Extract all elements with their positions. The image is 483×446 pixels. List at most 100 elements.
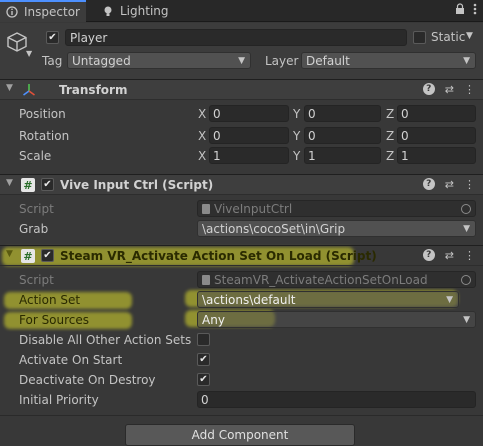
- static-checkbox[interactable]: [413, 31, 426, 44]
- for-sources-dropdown[interactable]: Any ▼: [197, 311, 476, 328]
- component-enabled-checkbox[interactable]: ✔: [41, 249, 54, 262]
- disable-all-other-action-sets-label: Disable All Other Action Sets: [19, 333, 192, 347]
- script-file-icon: [202, 275, 210, 285]
- rotation-x-field[interactable]: 0: [209, 127, 289, 144]
- component-actions: ? ⇄ ⋮: [422, 178, 475, 191]
- scale-x-field[interactable]: 1: [209, 147, 289, 164]
- scale-label: Scale: [19, 149, 52, 163]
- component-actions: ? ⇄ ⋮: [422, 249, 475, 262]
- script-value: SteamVR_ActivateActionSetOnLoad: [214, 272, 428, 287]
- csharp-script-icon: #: [21, 178, 35, 192]
- action-set-dropdown[interactable]: \actions\default ▼: [197, 291, 459, 308]
- fold-arrow-icon[interactable]: ▼: [6, 178, 13, 188]
- component-title: Vive Input Ctrl (Script): [60, 178, 214, 192]
- script-label: Script: [19, 273, 54, 287]
- transform-icon: [22, 83, 36, 100]
- axis-x-label[interactable]: X: [198, 129, 206, 143]
- gameobject-header: ▼ ✔ Player Static ▼ Tag Untagged ▼ Layer…: [0, 23, 483, 80]
- rotation-z-field[interactable]: 0: [397, 127, 476, 144]
- lightbulb-icon: [102, 5, 114, 17]
- axis-y-label[interactable]: Y: [293, 149, 300, 163]
- axis-x-label[interactable]: X: [198, 107, 206, 121]
- position-label: Position: [19, 107, 66, 121]
- component-actions: ? ⇄ ⋮: [422, 83, 475, 96]
- script-label: Script: [19, 202, 54, 216]
- tag-dropdown[interactable]: Untagged ▼: [67, 52, 251, 69]
- rotation-y-field[interactable]: 0: [304, 127, 381, 144]
- component-enabled-checkbox[interactable]: ✔: [41, 178, 54, 191]
- preset-sliders-icon[interactable]: ⇄: [445, 83, 454, 96]
- position-y-field[interactable]: 0: [304, 105, 381, 122]
- component-title: Steam VR_Activate Action Set On Load (Sc…: [60, 249, 377, 263]
- tab-label: Inspector: [24, 5, 80, 19]
- help-icon[interactable]: ?: [422, 83, 435, 95]
- grab-value: \actions\cocoSet\in\Grip: [202, 221, 346, 236]
- chevron-down-icon: ▼: [463, 56, 470, 66]
- add-component-button[interactable]: Add Component: [125, 424, 355, 446]
- activate-on-start-checkbox[interactable]: ✔: [197, 353, 210, 366]
- script-file-icon: [202, 204, 210, 214]
- action-set-label: Action Set: [19, 293, 81, 307]
- divider: [0, 415, 483, 416]
- icon-dropdown-arrow-icon[interactable]: ▼: [26, 49, 32, 58]
- chevron-down-icon: ▼: [446, 295, 453, 305]
- kebab-menu-icon[interactable]: ⋮: [464, 249, 475, 262]
- component-title: Transform: [59, 83, 128, 97]
- deactivate-on-destroy-checkbox[interactable]: ✔: [197, 373, 210, 386]
- object-picker-icon: [461, 275, 471, 285]
- for-sources-label: For Sources: [19, 313, 90, 327]
- action-set-value: \actions\default: [202, 292, 296, 307]
- script-value: ViveInputCtrl: [214, 201, 293, 216]
- axis-z-label[interactable]: Z: [386, 149, 394, 163]
- activate-on-start-label: Activate On Start: [19, 353, 123, 367]
- kebab-menu-icon[interactable]: [473, 3, 477, 18]
- kebab-menu-icon[interactable]: ⋮: [464, 83, 475, 96]
- axis-x-label[interactable]: X: [198, 149, 206, 163]
- kebab-menu-icon[interactable]: ⋮: [464, 178, 475, 191]
- axis-z-label[interactable]: Z: [386, 129, 394, 143]
- active-checkbox[interactable]: ✔: [46, 31, 59, 44]
- preset-sliders-icon[interactable]: ⇄: [445, 178, 454, 191]
- layer-label: Layer: [265, 54, 299, 68]
- tab-bar: Inspector Lighting: [0, 0, 483, 22]
- tab-lighting[interactable]: Lighting: [96, 0, 186, 22]
- gameobject-cube-icon[interactable]: [6, 31, 28, 53]
- deactivate-on-destroy-label: Deactivate On Destroy: [19, 373, 156, 387]
- grab-dropdown[interactable]: \actions\cocoSet\in\Grip ▼: [197, 220, 476, 237]
- tab-inspector[interactable]: Inspector: [0, 0, 86, 22]
- gameobject-name-field[interactable]: Player: [65, 29, 407, 46]
- lock-icon[interactable]: [455, 3, 465, 18]
- steamvr-activate-action-set-header[interactable]: ▼ # ✔ Steam VR_Activate Action Set On Lo…: [0, 245, 483, 266]
- object-picker-icon: [461, 204, 471, 214]
- info-icon: [6, 6, 18, 18]
- initial-priority-label: Initial Priority: [19, 393, 99, 407]
- initial-priority-field[interactable]: 0: [197, 391, 476, 408]
- static-dropdown-arrow-icon[interactable]: ▼: [466, 31, 473, 41]
- static-label: Static: [431, 30, 466, 44]
- csharp-script-icon: #: [21, 249, 35, 263]
- tag-label: Tag: [42, 54, 63, 68]
- vive-input-ctrl-header[interactable]: ▼ # ✔ Vive Input Ctrl (Script) ? ⇄ ⋮: [0, 174, 483, 195]
- position-x-field[interactable]: 0: [209, 105, 289, 122]
- chevron-down-icon: ▼: [463, 224, 470, 234]
- axis-y-label[interactable]: Y: [293, 129, 300, 143]
- rotation-label: Rotation: [19, 129, 70, 143]
- scale-y-field[interactable]: 1: [304, 147, 381, 164]
- disable-all-other-action-sets-checkbox[interactable]: [197, 333, 210, 346]
- layer-dropdown[interactable]: Default ▼: [301, 52, 476, 69]
- help-icon[interactable]: ?: [422, 249, 435, 261]
- position-z-field[interactable]: 0: [397, 105, 476, 122]
- script-object-field: SteamVR_ActivateActionSetOnLoad: [197, 271, 476, 288]
- chevron-down-icon: ▼: [463, 315, 470, 325]
- tabbar-actions: [455, 3, 477, 18]
- fold-arrow-icon[interactable]: ▼: [6, 249, 13, 259]
- scale-z-field[interactable]: 1: [397, 147, 476, 164]
- transform-header[interactable]: ▼ Transform ? ⇄ ⋮: [0, 79, 483, 100]
- preset-sliders-icon[interactable]: ⇄: [445, 249, 454, 262]
- axis-z-label[interactable]: Z: [386, 107, 394, 121]
- help-icon[interactable]: ?: [422, 178, 435, 190]
- script-object-field: ViveInputCtrl: [197, 200, 476, 217]
- fold-arrow-icon[interactable]: ▼: [6, 83, 13, 93]
- axis-y-label[interactable]: Y: [293, 107, 300, 121]
- tag-value: Untagged: [72, 53, 131, 68]
